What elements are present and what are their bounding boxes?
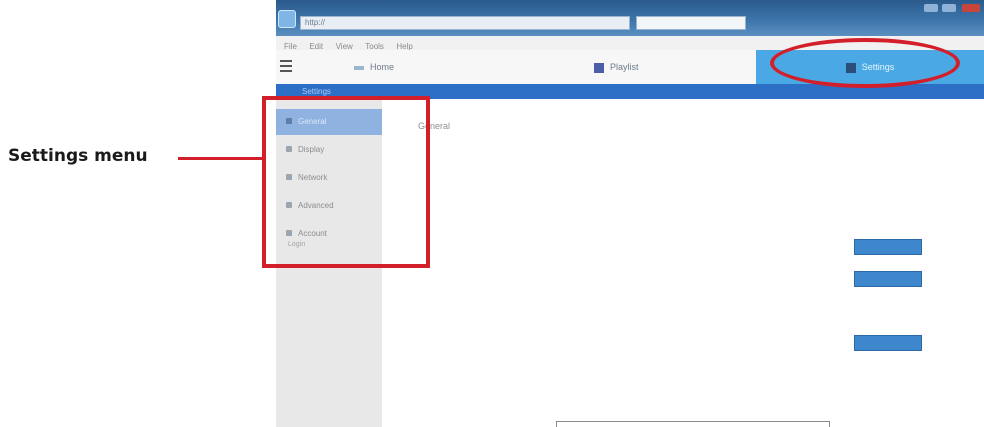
home-icon	[354, 65, 364, 70]
text-field[interactable]	[556, 421, 830, 427]
settings-menu-callout-label: Settings menu	[8, 146, 148, 166]
tab-home-label: Home	[370, 62, 395, 72]
setting-button[interactable]	[854, 239, 922, 255]
title-bar: http://	[276, 0, 984, 36]
tab-playlist[interactable]: Playlist	[594, 50, 639, 84]
callout-line	[178, 157, 262, 160]
search-input[interactable]	[636, 16, 746, 30]
settings-content: General	[382, 99, 984, 427]
minimize-icon[interactable]	[924, 4, 938, 12]
hamburger-menu-icon[interactable]	[280, 60, 292, 72]
address-bar[interactable]: http://	[300, 16, 630, 30]
tab-playlist-label: Playlist	[610, 62, 639, 72]
setting-button[interactable]	[854, 335, 922, 351]
app-logo-icon	[278, 10, 296, 28]
page-header-title: Settings	[302, 87, 331, 96]
close-icon[interactable]	[962, 4, 980, 12]
tab-home[interactable]: Home	[354, 50, 394, 84]
maximize-icon[interactable]	[942, 4, 956, 12]
playlist-icon	[594, 62, 604, 73]
settings-menu-highlight-box	[262, 96, 430, 268]
setting-button[interactable]	[854, 271, 922, 287]
settings-tab-highlight-oval	[770, 38, 960, 88]
